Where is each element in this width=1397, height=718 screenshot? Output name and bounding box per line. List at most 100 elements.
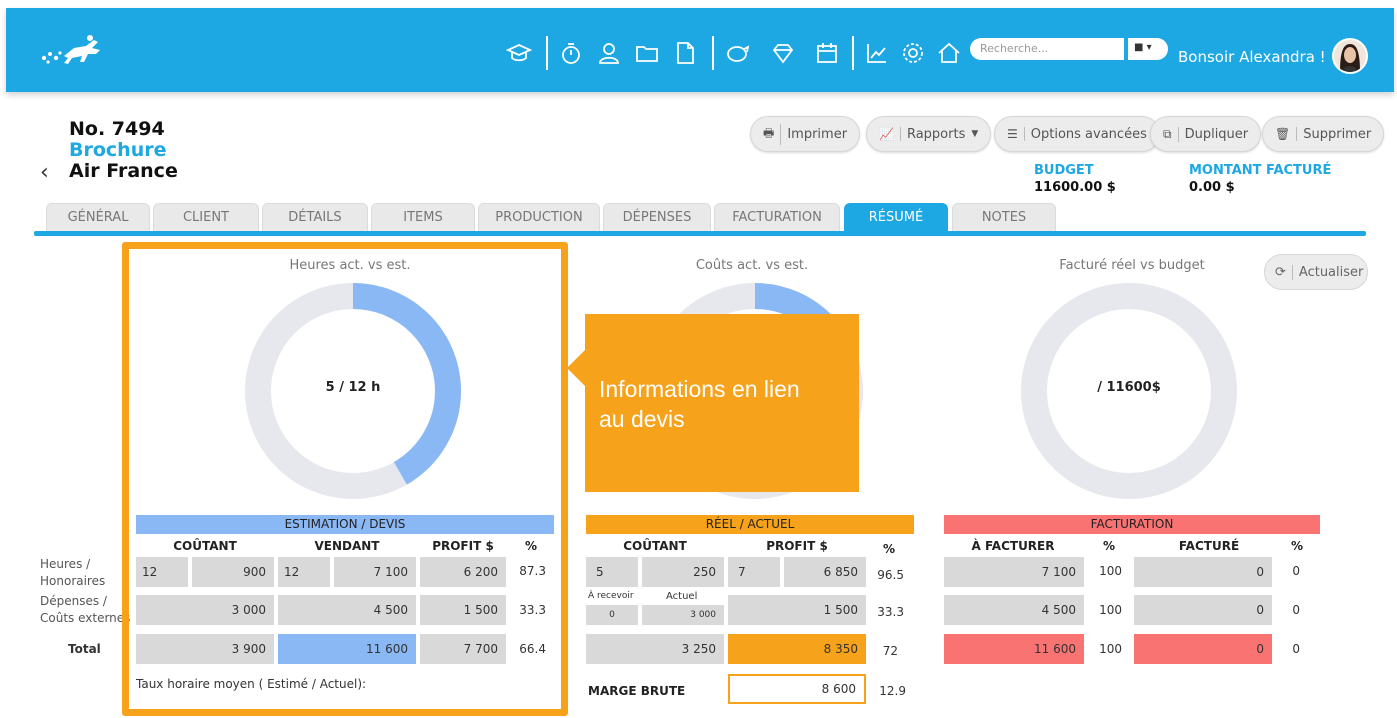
- to-receive-label: À recevoir: [588, 591, 634, 601]
- delete-button[interactable]: 🗑 Supprimer: [1262, 116, 1385, 152]
- act-expenses-profit: 1 500: [728, 595, 866, 625]
- caret-down-icon: ▼: [971, 129, 979, 139]
- project-number: No. 7494: [69, 118, 165, 140]
- tab-underline: [34, 231, 1366, 236]
- refresh-label: Actualiser: [1298, 264, 1364, 280]
- calendar-icon[interactable]: [814, 40, 840, 66]
- callout-line-2: au devis: [599, 406, 685, 432]
- copy-icon: ⧉: [1163, 126, 1179, 142]
- row-label-total: Total: [68, 642, 101, 656]
- callout-arrow: [567, 348, 587, 388]
- billing-donut-label: / 11600$: [1097, 380, 1161, 395]
- billing-section-title: FACTURATION: [944, 515, 1320, 534]
- actual-section-title: RÉEL / ACTUEL: [586, 515, 914, 534]
- act-hours-pct: 96.5: [877, 568, 904, 582]
- trash-icon: 🗑: [1275, 127, 1298, 141]
- top-bar: Recherche... ■ ▾ Bonsoir Alexandra !: [6, 8, 1394, 92]
- tab-client[interactable]: CLIENT: [153, 203, 259, 231]
- tab-summary[interactable]: RÉSUMÉ: [844, 203, 948, 231]
- act-total-cost: 3 250: [586, 634, 724, 664]
- row-label-expenses: Dépenses / Coûts externes: [40, 594, 131, 625]
- gear-icon[interactable]: [900, 40, 926, 66]
- tab-details[interactable]: DÉTAILS: [262, 203, 368, 231]
- tab-notes[interactable]: NOTES: [952, 203, 1056, 231]
- billing-chart-title: Facturé réel vs budget: [1059, 258, 1205, 273]
- actual-label: Actuel: [666, 591, 698, 602]
- diamond-icon[interactable]: [770, 40, 796, 66]
- list-icon: ☰: [1007, 127, 1025, 141]
- costs-chart-title: Coûts act. vs est.: [695, 258, 809, 273]
- printer-icon: 🖶: [763, 123, 782, 145]
- chart-icon: 📈: [879, 127, 901, 141]
- bill-hours-pct: 100: [1099, 564, 1122, 578]
- bill-total-billed-pct: 0: [1292, 642, 1300, 656]
- tab-expenses[interactable]: DÉPENSES: [603, 203, 711, 231]
- nav-separator: [712, 36, 714, 70]
- billed-amount-value: 0.00 $: [1189, 180, 1235, 195]
- tab-general[interactable]: GÉNÉRAL: [46, 203, 150, 231]
- print-button[interactable]: 🖶 Imprimer: [750, 116, 861, 152]
- budget-label: BUDGET: [1034, 163, 1094, 178]
- bill-total-pct: 100: [1099, 642, 1122, 656]
- advanced-options-button[interactable]: ☰ Options avancées: [994, 116, 1160, 152]
- back-chevron-icon[interactable]: ‹: [40, 160, 49, 185]
- callout-line-1: Informations en lien: [599, 376, 800, 402]
- bill-hours-billed-pct: 0: [1292, 564, 1300, 578]
- gross-margin-pct: 12.9: [879, 684, 906, 698]
- col-header-pct: %: [1102, 539, 1116, 553]
- bill-total-billed: 0: [1134, 634, 1272, 664]
- duplicate-label: Dupliquer: [1184, 126, 1249, 142]
- bill-hours-to-bill: 7 100: [944, 557, 1084, 587]
- bill-expenses-billed: 0: [1134, 595, 1272, 625]
- search-scope-dropdown[interactable]: ■ ▾: [1128, 38, 1168, 60]
- col-header-profit: PROFIT $: [766, 539, 828, 553]
- bill-expenses-billed-pct: 0: [1292, 603, 1300, 617]
- col-header-pct: %: [882, 542, 896, 556]
- act-expenses-to-receive: 0: [586, 605, 638, 625]
- billed-amount-label: MONTANT FACTURÉ: [1189, 163, 1332, 178]
- home-icon[interactable]: [936, 40, 962, 66]
- chart-icon[interactable]: [864, 40, 890, 66]
- act-hours-cost: 250: [642, 557, 724, 587]
- piggy-bank-icon[interactable]: [724, 40, 750, 66]
- tab-production[interactable]: PRODUCTION: [478, 203, 600, 231]
- gross-margin-label: MARGE BRUTE: [588, 684, 686, 698]
- act-hours-profit-qty: 7: [728, 557, 780, 587]
- col-header-pct: %: [1290, 539, 1304, 553]
- search-input[interactable]: Recherche...: [970, 38, 1124, 60]
- reports-label: Rapports: [906, 126, 966, 142]
- act-expenses-actual: 3 000: [642, 605, 724, 625]
- nav-separator: [852, 36, 854, 70]
- tab-billing[interactable]: FACTURATION: [714, 203, 840, 231]
- duplicate-button[interactable]: ⧉ Dupliquer: [1150, 116, 1262, 152]
- bill-hours-billed: 0: [1134, 557, 1272, 587]
- tab-items[interactable]: ITEMS: [371, 203, 475, 231]
- bill-total-to-bill: 11 600: [944, 634, 1084, 664]
- user-icon[interactable]: [596, 40, 622, 66]
- print-label: Imprimer: [787, 126, 848, 142]
- advanced-options-label: Options avancées: [1030, 126, 1147, 142]
- logo-icon[interactable]: [34, 32, 114, 72]
- col-header-billed: FACTURÉ: [1178, 539, 1240, 553]
- callout-text: Informations en lien au devis: [599, 374, 849, 434]
- refresh-button[interactable]: ⟳ Actualiser: [1264, 254, 1368, 290]
- row-label-hours: Heures / Honoraires: [40, 557, 106, 588]
- act-total-pct: 72: [882, 644, 898, 658]
- greeting: Bonsoir Alexandra !: [1178, 48, 1326, 66]
- reports-button[interactable]: 📈 Rapports ▼: [866, 116, 992, 152]
- avatar[interactable]: [1332, 38, 1368, 74]
- gross-margin-value: 8 600: [728, 674, 866, 704]
- project-client: Air France: [69, 160, 178, 182]
- bill-expenses-to-bill: 4 500: [944, 595, 1084, 625]
- estimation-highlight-frame: [122, 242, 568, 716]
- document-icon[interactable]: [672, 40, 698, 66]
- budget-value: 11600.00 $: [1034, 180, 1116, 195]
- stopwatch-icon[interactable]: [558, 40, 584, 66]
- delete-label: Supprimer: [1303, 126, 1372, 142]
- act-hours-cost-qty: 5: [586, 557, 638, 587]
- act-expenses-pct: 33.3: [877, 605, 904, 619]
- nav-separator: [546, 36, 548, 70]
- folder-icon[interactable]: [634, 40, 660, 66]
- act-total-profit: 8 350: [728, 634, 866, 664]
- graduation-cap-icon[interactable]: [505, 40, 533, 66]
